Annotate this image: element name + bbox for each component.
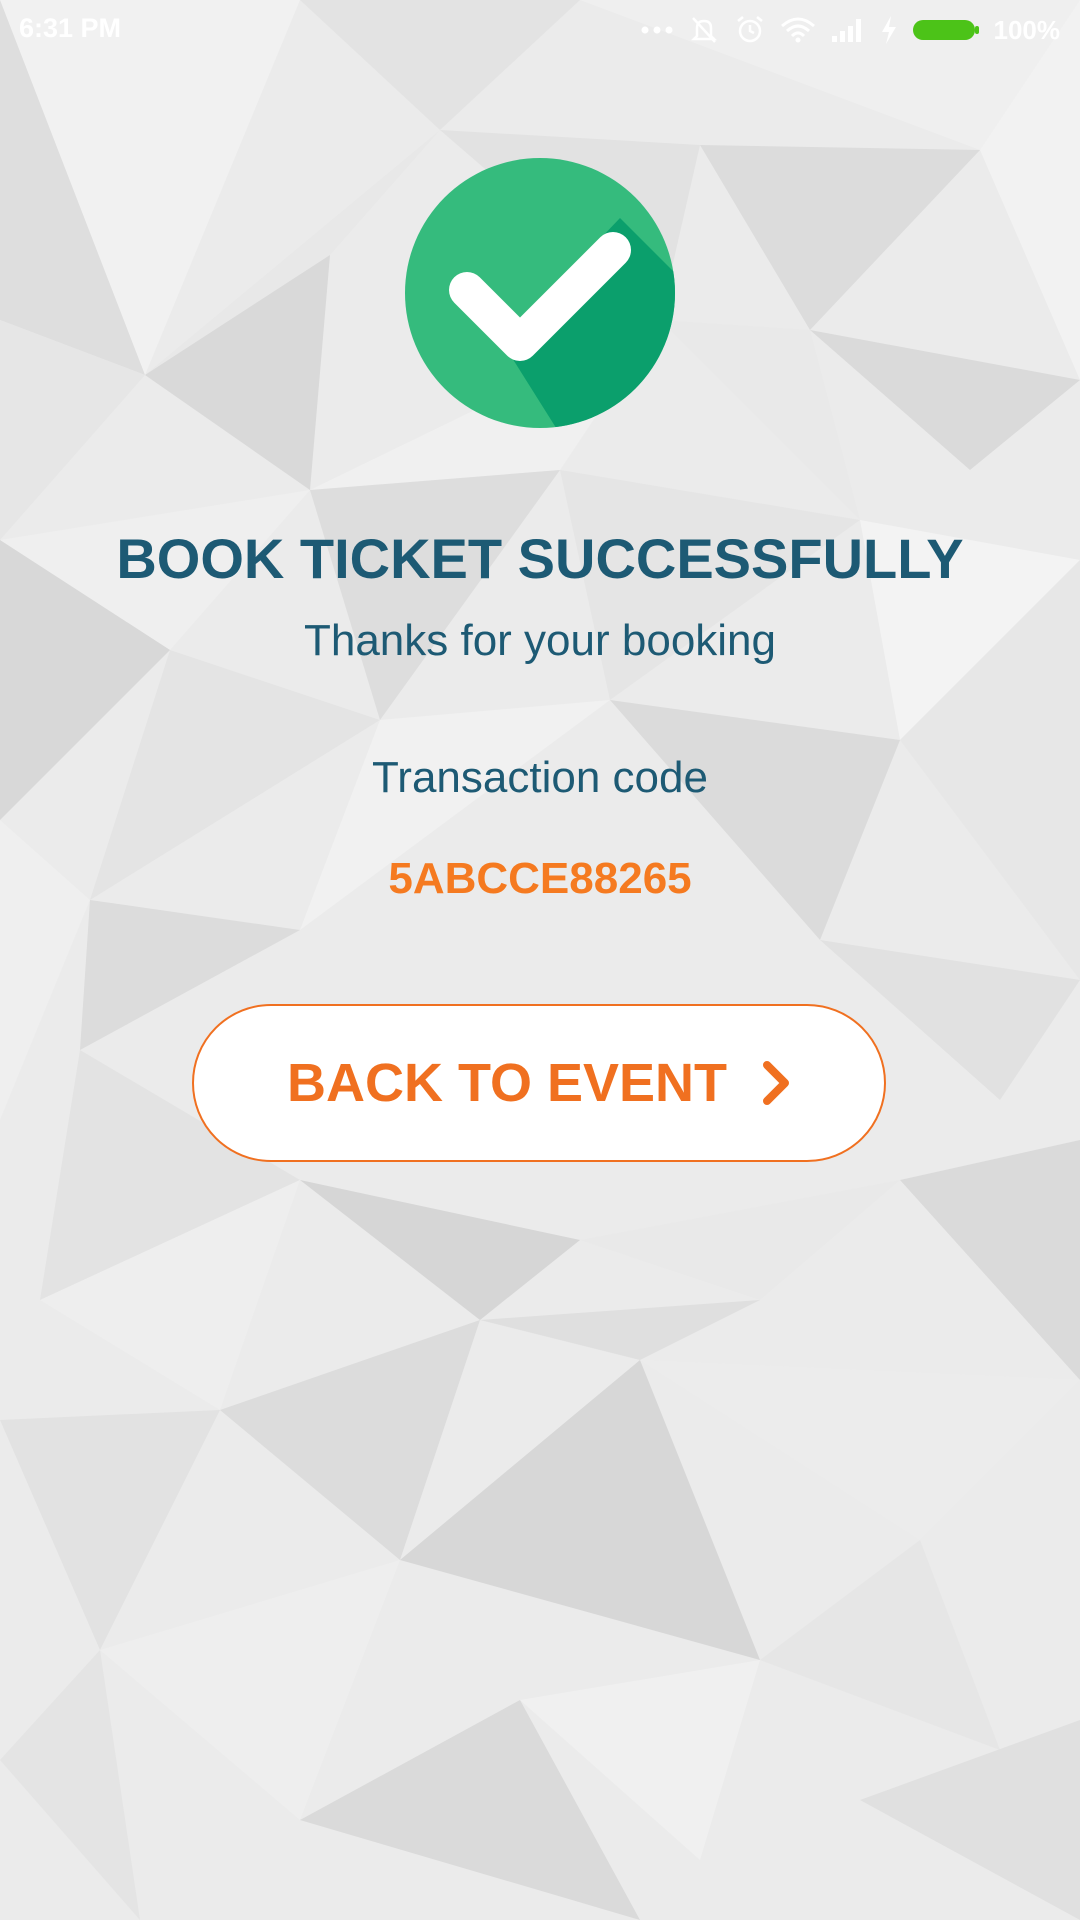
status-bar: 6:31 PM 100%: [0, 0, 1080, 60]
back-to-event-label: BACK TO EVENT: [286, 1053, 728, 1113]
status-time: 6:31 PM: [19, 13, 122, 43]
charging-bolt-icon: [880, 15, 898, 45]
transaction-code-value: 5ABCCE88265: [388, 854, 692, 903]
status-icons: 100%: [640, 10, 1061, 50]
booking-success-screen: 6:31 PM 100% BOOK TICKET SUCCESSFULLY Th…: [0, 0, 1080, 1920]
signal-icon: [830, 16, 866, 44]
transaction-code-label: Transaction code: [372, 753, 708, 802]
success-subtitle: Thanks for your booking: [303, 616, 777, 665]
back-to-event-button[interactable]: BACK TO EVENT: [192, 1004, 886, 1162]
more-dots-icon: [640, 25, 674, 35]
wifi-icon: [780, 16, 816, 44]
alarm-clock-icon: [734, 14, 766, 46]
battery-icon: [912, 17, 980, 43]
success-title: BOOK TICKET SUCCESSFULLY: [116, 527, 964, 590]
chevron-right-icon: [761, 1061, 791, 1105]
checkmark-circle-icon: [405, 158, 675, 428]
mute-vibrate-icon: [688, 14, 720, 46]
battery-percentage: 100%: [993, 14, 1061, 45]
